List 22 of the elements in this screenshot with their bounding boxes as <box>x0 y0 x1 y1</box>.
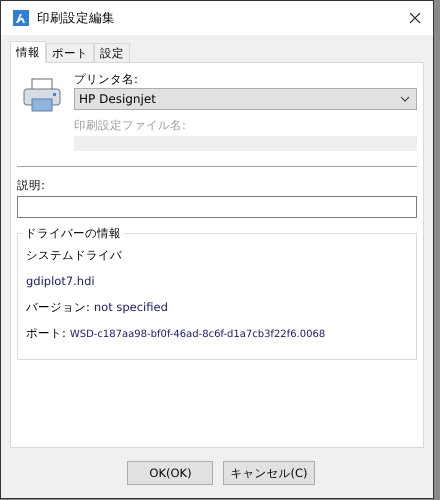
tab[interactable]: ポート <box>46 43 94 62</box>
dialog-button[interactable]: キャンセル(C) <box>223 461 314 485</box>
version-label: バージョン: <box>26 299 90 315</box>
port-label: ポート: <box>26 325 66 341</box>
port-value: WSD-c187aa98-bf0f-46ad-8c6f-d1a7cb3f22f6.0068 <box>70 328 326 342</box>
tab[interactable]: 設定 <box>94 43 130 62</box>
driver-type-text: システムドライバ <box>26 247 123 263</box>
window-title: 印刷設定編集 <box>37 10 116 26</box>
settings-file-label: 印刷設定ファイル名: <box>74 117 187 133</box>
printer-icon <box>22 77 62 113</box>
description-label: 説明: <box>17 178 45 192</box>
description-field[interactable] <box>17 196 417 218</box>
group-title: ドライバーの情報 <box>24 226 122 241</box>
printer-dropdown[interactable]: HP Designjet <box>74 88 417 110</box>
version-value: not specified <box>94 299 168 315</box>
driver-file-text: gdiplot7.hdi <box>26 273 96 289</box>
chevron-down-icon <box>400 96 410 102</box>
printer-name-label: プリンタ名: <box>74 71 139 87</box>
app-logo-icon <box>13 10 29 26</box>
dialog-button[interactable]: OK(OK) <box>127 461 214 485</box>
close-icon[interactable] <box>409 12 421 24</box>
tab[interactable]: 情報 <box>10 41 46 63</box>
